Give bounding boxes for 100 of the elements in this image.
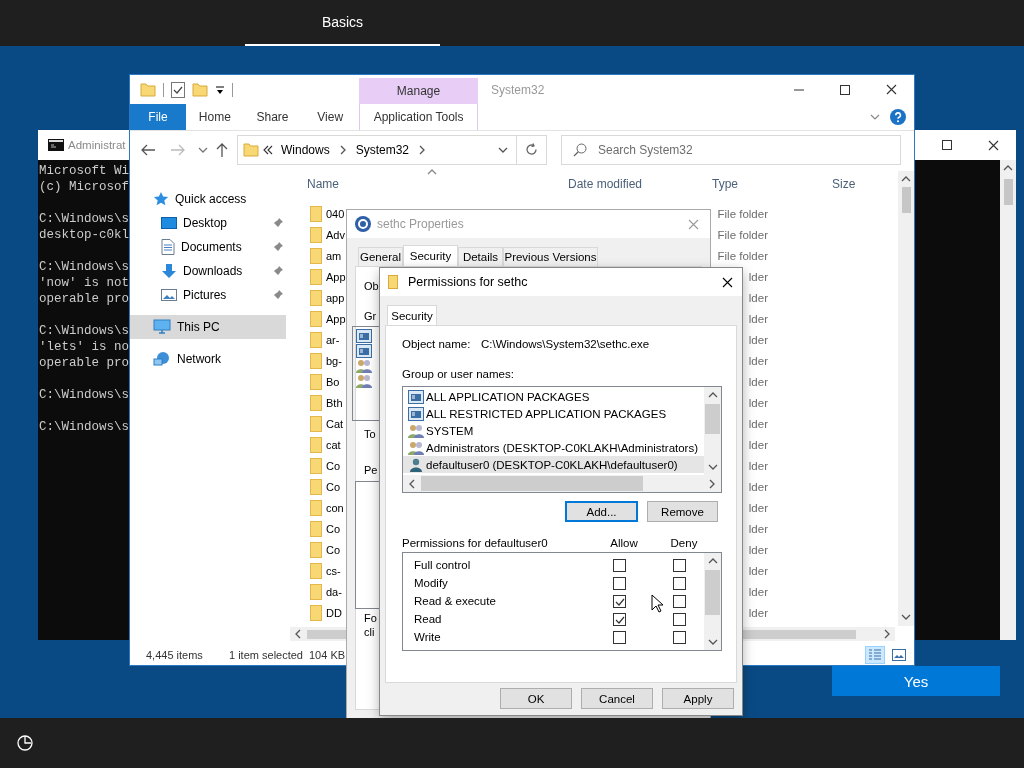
dialog-button[interactable]: Apply <box>662 688 734 709</box>
file-type: lder <box>748 354 768 367</box>
folder-icon <box>310 268 322 285</box>
list-item[interactable]: ALL RESTRICTED APPLICATION PACKAGES <box>403 405 704 422</box>
checkbox[interactable] <box>612 594 626 608</box>
scrollbar[interactable] <box>704 387 721 475</box>
tab[interactable]: Security <box>403 245 458 266</box>
column-header[interactable]: Date modified <box>568 171 712 197</box>
users-icon <box>356 374 372 388</box>
search-field[interactable]: Search System32 <box>561 134 901 165</box>
file-name[interactable]: 040 <box>326 207 345 220</box>
ribbon-tab[interactable]: Application Tools <box>359 104 479 130</box>
file-name[interactable]: Bth <box>326 396 343 409</box>
details-view-icon <box>868 649 882 661</box>
dialog-button[interactable]: Cancel <box>581 688 653 709</box>
help-icon[interactable] <box>890 109 906 125</box>
tab[interactable]: Details <box>458 247 503 266</box>
file-name[interactable]: am <box>326 249 342 262</box>
remove-button[interactable]: Remove <box>647 501 718 522</box>
file-name[interactable]: con <box>326 501 344 514</box>
scrollbar[interactable] <box>704 553 721 650</box>
column-header[interactable]: Name <box>290 171 568 197</box>
list-item[interactable]: defaultuser0 (DESKTOP-C0KLAKH\defaultuser0) <box>403 456 704 473</box>
column-header[interactable]: Size <box>832 171 892 197</box>
file-name[interactable]: Cat <box>326 417 344 430</box>
file-name[interactable]: cs- <box>326 564 341 577</box>
add-button[interactable]: Add... <box>565 501 638 522</box>
checkbox[interactable] <box>672 612 686 626</box>
file-name[interactable]: Bo <box>326 375 340 388</box>
file-name[interactable]: Co <box>326 543 341 556</box>
file-name[interactable]: bg- <box>326 354 342 367</box>
file-name[interactable]: Co <box>326 480 341 493</box>
search-icon <box>573 142 587 157</box>
dialog-button[interactable]: OK <box>500 688 572 709</box>
forward-arrow-icon <box>171 143 185 156</box>
list-item[interactable]: Administrators (DESKTOP-C0KLAKH\Administrators) <box>403 439 704 456</box>
checkbox[interactable] <box>672 630 686 644</box>
accessibility-icon[interactable] <box>16 734 34 752</box>
ribbon-tab[interactable]: View <box>301 104 360 130</box>
manage-tab[interactable]: Manage <box>359 78 478 104</box>
scroll-thumb[interactable] <box>1003 179 1013 205</box>
nav-item[interactable]: Downloads <box>130 259 286 283</box>
nav-item[interactable]: Documents <box>130 235 286 259</box>
breadcrumb[interactable]: Windows <box>277 142 334 157</box>
nav-item[interactable]: Network <box>130 347 286 371</box>
file-name[interactable]: da- <box>326 585 342 598</box>
package-icon <box>408 389 424 404</box>
address-bar[interactable]: Windows System32 <box>237 134 517 165</box>
breadcrumb[interactable]: System32 <box>351 142 414 157</box>
selection-count: 1 item selected <box>229 649 303 661</box>
file-name[interactable]: Co <box>326 459 341 472</box>
scroll-thumb[interactable] <box>901 187 911 213</box>
basics-tab[interactable]: Basics <box>245 0 440 46</box>
nav-item[interactable]: Desktop <box>130 211 286 235</box>
refresh-button[interactable] <box>517 134 547 165</box>
checkbox[interactable] <box>612 576 626 590</box>
file-name[interactable]: DD <box>326 606 342 619</box>
user-list[interactable]: ALL APPLICATION PACKAGES ALL RESTRICTED APPLICATION PACKAGES SYSTEM Administrators (DESKTOP-C0KLAKH\Administrators) defaultuser0 (DESKTOP-C0KLAKH\defaultuser0) <box>402 386 722 493</box>
column-header[interactable]: Type <box>712 171 832 197</box>
file-name[interactable]: Co <box>326 522 341 535</box>
checkbox[interactable] <box>672 558 686 572</box>
yes-button[interactable]: Yes <box>832 666 1000 696</box>
file-name[interactable]: ar- <box>326 333 340 346</box>
scroll-thumb[interactable] <box>705 570 720 615</box>
scrollbar[interactable] <box>403 475 721 492</box>
nav-item[interactable]: Quick access <box>130 187 286 211</box>
nav-item[interactable]: Pictures <box>130 283 286 307</box>
dropdown-icon[interactable] <box>215 84 225 95</box>
checkbox[interactable] <box>612 558 626 572</box>
scroll-thumb[interactable] <box>421 476 643 491</box>
expand-ribbon-icon[interactable] <box>870 112 880 122</box>
chevron-icon <box>1003 163 1013 173</box>
checkbox[interactable] <box>672 576 686 590</box>
scrollbar[interactable] <box>898 171 914 626</box>
view-button[interactable] <box>889 646 909 664</box>
scroll-thumb[interactable] <box>705 404 720 434</box>
file-name[interactable]: App <box>326 270 346 283</box>
checkbox[interactable] <box>672 594 686 608</box>
tab[interactable]: General <box>358 247 403 266</box>
console-line: C:\Windows\s <box>39 387 129 403</box>
file-name[interactable]: app <box>326 291 345 304</box>
file-name[interactable]: cat <box>326 438 341 451</box>
list-item[interactable]: SYSTEM <box>403 422 704 439</box>
checkbox[interactable] <box>612 630 626 644</box>
field-label: Permissions for defaultuser0 <box>402 536 548 550</box>
ribbon-tab[interactable]: File <box>130 104 186 130</box>
checkbox[interactable] <box>612 612 626 626</box>
file-name[interactable]: Adv <box>326 228 345 241</box>
list-item[interactable]: ALL APPLICATION PACKAGES <box>403 388 704 405</box>
tab[interactable]: Previous Versions <box>503 247 598 266</box>
pin-icon <box>272 289 284 301</box>
nav-item[interactable]: This PC <box>130 315 286 339</box>
ribbon-tab[interactable]: Share <box>243 104 302 130</box>
ribbon-tab[interactable]: Home <box>186 104 244 130</box>
file-name[interactable]: App <box>326 312 346 325</box>
file-type: lder <box>748 543 768 556</box>
back-arrow-icon <box>141 143 155 156</box>
scrollbar[interactable] <box>1000 160 1016 640</box>
properties-icon[interactable] <box>171 81 185 98</box>
tab[interactable]: Security <box>387 305 437 325</box>
